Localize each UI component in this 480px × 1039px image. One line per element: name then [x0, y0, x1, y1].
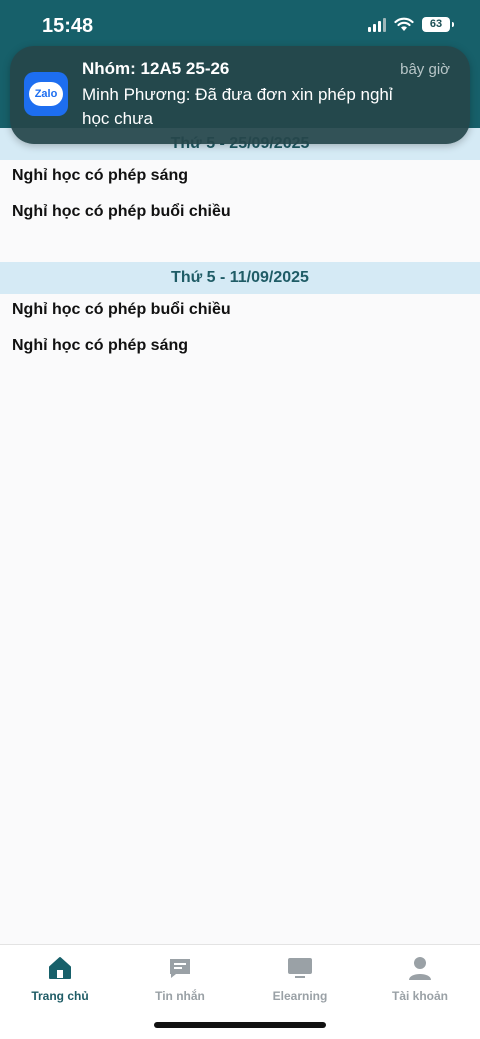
list-item[interactable]: Nghỉ học có phép buổi chiều [12, 203, 231, 221]
tab-label: Elearning [272, 989, 328, 1003]
battery-icon: 63 [422, 17, 454, 32]
tab-label: Trang chủ [31, 989, 89, 1003]
list-item[interactable]: Nghỉ học có phép buổi chiều [12, 301, 231, 319]
tab-account[interactable]: Tài khoản [360, 953, 480, 1003]
wifi-icon [394, 17, 414, 31]
push-notification[interactable]: Zalo Nhóm: 12A5 25-26 bây giờ Minh Phươn… [10, 46, 470, 144]
home-indicator[interactable] [154, 1022, 326, 1028]
tab-messages[interactable]: Tin nhắn [120, 953, 240, 1003]
status-icons: 63 [368, 17, 454, 32]
tab-label: Tài khoản [391, 989, 448, 1003]
zalo-app-icon: Zalo [24, 72, 68, 116]
home-icon [49, 957, 71, 979]
user-icon [409, 957, 431, 980]
tab-home[interactable]: Trang chủ [0, 953, 120, 1003]
tab-elearning[interactable]: Elearning [240, 953, 360, 1003]
monitor-icon [288, 958, 312, 978]
section-date-header: Thứ 5 - 11/09/2025 [0, 262, 480, 294]
notification-time: bây giờ [400, 61, 450, 78]
list-item[interactable]: Nghỉ học có phép sáng [12, 337, 188, 355]
cellular-signal-icon [368, 17, 386, 32]
list-item[interactable]: Nghỉ học có phép sáng [12, 167, 188, 185]
notification-body: Minh Phương: Đã đưa đơn xin phép nghỉ họ… [82, 85, 393, 128]
message-icon [170, 959, 190, 978]
status-time: 15:48 [42, 15, 94, 37]
notification-title: Nhóm: 12A5 25-26 [82, 59, 230, 78]
tab-label: Tin nhắn [155, 989, 205, 1003]
